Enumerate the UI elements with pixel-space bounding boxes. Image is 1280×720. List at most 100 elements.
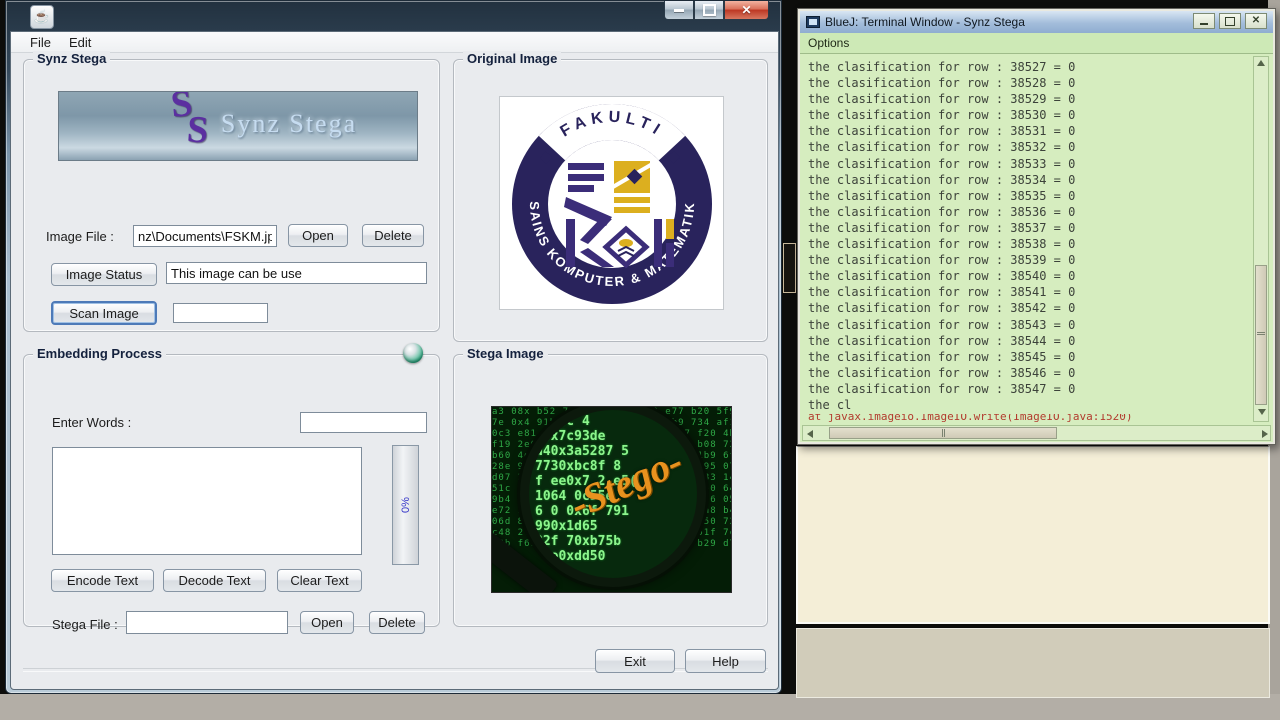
terminal-line: the clasification for row : 38538 = 0	[808, 236, 1257, 252]
menu-item[interactable]: Edit	[60, 35, 100, 50]
terminal-menubar: Options	[800, 33, 1273, 54]
terminal-close-button[interactable]: ✕	[1245, 13, 1267, 29]
terminal-line: the clasification for row : 38530 = 0	[808, 107, 1257, 123]
vertical-scrollbar[interactable]	[1253, 56, 1269, 422]
maximize-icon	[703, 4, 716, 16]
close-button[interactable]: ✕	[724, 1, 769, 20]
terminal-line: the clasification for row : 38542 = 0	[808, 300, 1257, 316]
terminal-line: the clasification for row : 38544 = 0	[808, 333, 1257, 349]
image-file-label: Image File :	[46, 229, 114, 244]
terminal-line: the clasification for row : 38532 = 0	[808, 139, 1257, 155]
synz-stega-window: ☕ ✕ FileEdit Synz Stega S S Synz Stega I…	[5, 0, 782, 694]
horizontal-scroll-thumb[interactable]	[829, 427, 1057, 439]
original-image: FAKULTI SAINS KOMPUTER & MATEMATIK	[499, 96, 724, 310]
terminal-maximize-button[interactable]	[1219, 13, 1241, 29]
terminal-line: the clasification for row : 38547 = 0	[808, 381, 1257, 397]
clear-text-button[interactable]: Clear Text	[277, 569, 362, 592]
terminal-line: the clasification for row : 38535 = 0	[808, 188, 1257, 204]
bluej-terminal-icon	[806, 16, 820, 28]
open-stega-button[interactable]: Open	[300, 611, 354, 634]
minimize-icon	[674, 9, 684, 12]
terminal-line: the clasification for row : 38536 = 0	[808, 204, 1257, 220]
image-status-field[interactable]	[166, 262, 427, 284]
exit-button[interactable]: Exit	[595, 649, 675, 673]
embedding-group: Embedding Process Enter Words : 0% Encod…	[23, 354, 440, 627]
terminal-minimize-button[interactable]	[1193, 13, 1215, 29]
delete-image-button[interactable]: Delete	[362, 224, 424, 247]
original-image-group: Original Image FAKULTI	[453, 59, 768, 342]
words-textarea[interactable]	[52, 447, 362, 555]
group-title: Synz Stega	[33, 51, 110, 66]
progress-value: 0%	[400, 497, 412, 513]
minimize-button[interactable]	[664, 1, 694, 20]
options-menu[interactable]: Options	[808, 36, 849, 50]
bluej-terminal-window: BlueJ: Terminal Window - Synz Stega ✕ Op…	[797, 8, 1276, 445]
enter-words-label: Enter Words :	[52, 415, 131, 430]
menu-item[interactable]: File	[21, 35, 60, 50]
terminal-line: the clasification for row : 38534 = 0	[808, 172, 1257, 188]
scroll-up-arrow[interactable]	[1257, 60, 1265, 66]
banner-title: Synz Stega	[169, 109, 409, 139]
horizontal-scrollbar[interactable]	[802, 425, 1271, 441]
scan-image-button[interactable]: Scan Image	[51, 301, 157, 325]
decode-text-button[interactable]: Decode Text	[163, 569, 266, 592]
app-content: FileEdit Synz Stega S S Synz Stega Image…	[10, 31, 779, 690]
thumb-grip	[942, 429, 945, 437]
scroll-left-arrow[interactable]	[807, 430, 813, 438]
terminal-output[interactable]: the clasification for row : 38527 = 0the…	[800, 54, 1257, 414]
terminal-line: the clasification for row : 38545 = 0	[808, 349, 1257, 365]
terminal-error-line: at javax.imageio.ImageIO.write(ImageIO.j…	[808, 414, 1248, 425]
terminal-line: the clasification for row : 38543 = 0	[808, 317, 1257, 333]
enter-words-input[interactable]	[300, 412, 427, 433]
background-scrollbar-fragment	[783, 243, 796, 293]
terminal-line: the clasification for row : 38531 = 0	[808, 123, 1257, 139]
group-title: Embedding Process	[33, 346, 166, 361]
image-file-input[interactable]	[133, 225, 277, 247]
caption-buttons: ✕	[664, 1, 769, 20]
lens-hex-row: 98e0xdd50	[535, 549, 697, 564]
app-titlebar[interactable]: ☕ ✕	[6, 1, 781, 31]
close-icon: ✕	[741, 4, 751, 16]
banner-image: S S Synz Stega	[58, 91, 418, 161]
terminal-line: the cl	[808, 397, 1257, 413]
group-title: Original Image	[463, 51, 561, 66]
scroll-down-arrow[interactable]	[1258, 409, 1266, 415]
encode-text-button[interactable]: Encode Text	[51, 569, 154, 592]
terminal-line: the clasification for row : 38539 = 0	[808, 252, 1257, 268]
group-title: Stega Image	[463, 346, 548, 361]
vertical-scroll-thumb[interactable]	[1255, 265, 1267, 405]
open-image-button[interactable]: Open	[288, 224, 348, 247]
status-orb-icon	[403, 343, 423, 363]
terminal-title: BlueJ: Terminal Window - Synz Stega	[825, 15, 1025, 29]
minimize-icon	[1200, 23, 1208, 25]
scan-result-field[interactable]	[173, 303, 268, 323]
background-window-cream	[796, 446, 1270, 624]
stega-image: a3 08x b52 7e0 9c1 44d 0x3 e77 b20 5f9 1…	[491, 406, 732, 593]
maximize-button[interactable]	[694, 1, 724, 20]
terminal-line: the clasification for row : 38533 = 0	[808, 156, 1257, 172]
close-icon: ✕	[1252, 16, 1260, 26]
help-button[interactable]: Help	[685, 649, 766, 673]
lens-hex-row: 0x40	[535, 564, 697, 579]
thumb-grip	[1257, 332, 1265, 335]
terminal-line: the clasification for row : 38529 = 0	[808, 91, 1257, 107]
fskm-logo: FAKULTI SAINS KOMPUTER & MATEMATIK	[500, 97, 725, 311]
scroll-right-arrow[interactable]	[1262, 430, 1268, 438]
stega-file-label: Stega File :	[52, 617, 118, 632]
java-app-icon: ☕	[30, 5, 54, 29]
stega-file-input[interactable]	[126, 611, 288, 634]
terminal-caption-buttons: ✕	[1193, 13, 1267, 29]
background-window-band	[796, 628, 1270, 698]
synz-stega-group: Synz Stega S S Synz Stega Image File : O…	[23, 59, 440, 332]
menu-bar: FileEdit	[11, 32, 778, 53]
image-status-button[interactable]: Image Status	[51, 263, 157, 286]
terminal-line: the clasification for row : 38528 = 0	[808, 75, 1257, 91]
terminal-line: the clasification for row : 38541 = 0	[808, 284, 1257, 300]
terminal-line: the clasification for row : 38527 = 0	[808, 59, 1257, 75]
delete-stega-button[interactable]: Delete	[369, 611, 425, 634]
stega-image-group: Stega Image a3 08x b52 7e0 9c1 44d 0x3 e…	[453, 354, 768, 627]
terminal-line: the clasification for row : 38546 = 0	[808, 365, 1257, 381]
maximize-icon	[1225, 17, 1235, 26]
terminal-line: the clasification for row : 38537 = 0	[808, 220, 1257, 236]
terminal-line: the clasification for row : 38540 = 0	[808, 268, 1257, 284]
